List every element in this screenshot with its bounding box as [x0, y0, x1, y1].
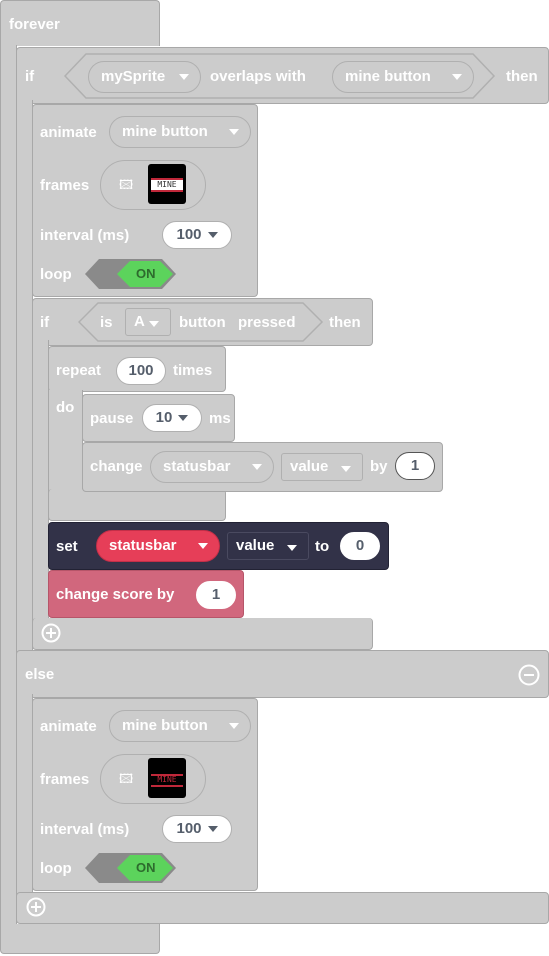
interval-value: 100 [176, 226, 202, 243]
to-label: to [315, 538, 330, 555]
loop-label: loop [40, 266, 72, 283]
thumbnail-text-else: MINE [157, 775, 177, 784]
chevron-down-icon [341, 466, 351, 472]
kind-dropdown-value: mine button [345, 68, 431, 85]
change-sprite-value: statusbar [163, 458, 231, 475]
set-field-dropdown[interactable]: value [227, 532, 309, 560]
inner-if-add-icon[interactable] [41, 623, 61, 643]
pause-label: pause [90, 410, 134, 427]
interval-value-else: 100 [176, 820, 202, 837]
loop-toggle-else[interactable] [84, 852, 178, 884]
image-icon: 🖾 [119, 177, 134, 192]
chevron-down-icon [149, 321, 159, 327]
chevron-down-icon [198, 543, 208, 549]
button-label: button [179, 314, 226, 331]
inner-then-label: then [329, 314, 361, 331]
inner-if-arm [32, 340, 49, 625]
animate-sprite-value: mine button [122, 123, 208, 140]
button-dropdown-value: A [134, 313, 145, 330]
score-amount[interactable]: 1 [196, 581, 236, 609]
loop-toggle[interactable] [84, 258, 178, 290]
forever-footer [0, 924, 160, 954]
set-label: set [56, 538, 78, 555]
else-arm [16, 694, 33, 894]
is-label: is [100, 314, 113, 331]
button-dropdown[interactable]: A [125, 308, 171, 336]
if-arm [16, 100, 33, 660]
forever-arm [0, 45, 17, 925]
image-icon: 🖾 [119, 771, 134, 786]
loop-state-else: ON [136, 860, 156, 875]
ms-label: ms [209, 410, 231, 427]
chevron-down-icon [452, 74, 462, 80]
set-sprite-dropdown[interactable]: statusbar [96, 530, 220, 562]
animate-sprite-dropdown-else[interactable]: mine button [109, 710, 251, 742]
chevron-down-icon [178, 415, 189, 422]
change-field-value: value [290, 458, 329, 475]
repeat-count-value: 100 [128, 362, 154, 379]
do-label: do [56, 399, 75, 416]
set-sprite-value: statusbar [109, 537, 177, 554]
change-field-dropdown[interactable]: value [281, 453, 363, 481]
chevron-down-icon [207, 232, 218, 239]
set-value[interactable]: 0 [340, 532, 380, 560]
score-amount-value: 1 [211, 586, 221, 603]
repeat-footer [48, 489, 226, 521]
pause-value: 10 [155, 409, 173, 426]
animate-label: animate [40, 124, 97, 141]
interval-label: interval (ms) [40, 227, 130, 244]
change-score-label: change score by [56, 586, 175, 603]
else-label: else [25, 666, 55, 683]
else-bar [16, 650, 549, 698]
remove-else-icon[interactable] [518, 664, 540, 686]
change-label: change [90, 458, 143, 475]
frames-label-else: frames [40, 771, 90, 788]
animate-sprite-value-else: mine button [122, 717, 208, 734]
change-amount-value: 1 [410, 457, 420, 474]
kind-dropdown[interactable]: mine button [332, 61, 474, 93]
chevron-down-icon [287, 545, 297, 551]
animate-sprite-dropdown[interactable]: mine button [109, 116, 251, 148]
sprite-dropdown-value: mySprite [101, 68, 166, 85]
chevron-down-icon [207, 826, 218, 833]
frame-thumbnail-else[interactable]: MINE [148, 758, 186, 798]
set-value-text: 0 [355, 537, 365, 554]
frame-thumbnail[interactable]: MINE [148, 164, 186, 204]
repeat-label: repeat [56, 362, 102, 379]
if-add-icon[interactable] [26, 897, 46, 917]
set-field-value: value [236, 537, 275, 554]
if-label: if [25, 68, 35, 85]
pressed-label: pressed [238, 314, 296, 331]
sprite-dropdown[interactable]: mySprite [88, 61, 201, 93]
loop-label-else: loop [40, 860, 72, 877]
frames-label: frames [40, 177, 90, 194]
interval-label-else: interval (ms) [40, 821, 130, 838]
interval-dropdown[interactable]: 100 [162, 221, 232, 249]
by-label: by [370, 458, 388, 475]
chevron-down-icon [229, 129, 239, 135]
change-sprite-dropdown[interactable]: statusbar [150, 451, 274, 483]
repeat-count[interactable]: 100 [116, 357, 166, 385]
animate-label-else: animate [40, 718, 97, 735]
then-label: then [506, 68, 538, 85]
inner-if-label: if [40, 314, 50, 331]
interval-dropdown-else[interactable]: 100 [162, 815, 232, 843]
times-label: times [173, 362, 213, 379]
chevron-down-icon [229, 723, 239, 729]
overlaps-label: overlaps with [210, 68, 306, 85]
loop-state: ON [136, 266, 156, 281]
chevron-down-icon [252, 464, 262, 470]
pause-dropdown[interactable]: 10 [142, 404, 202, 432]
inner-if-footer [32, 618, 373, 650]
if-footer [16, 892, 549, 924]
forever-label: forever [9, 16, 60, 33]
change-amount[interactable]: 1 [395, 452, 435, 480]
thumbnail-text: MINE [157, 180, 177, 189]
chevron-down-icon [179, 74, 189, 80]
